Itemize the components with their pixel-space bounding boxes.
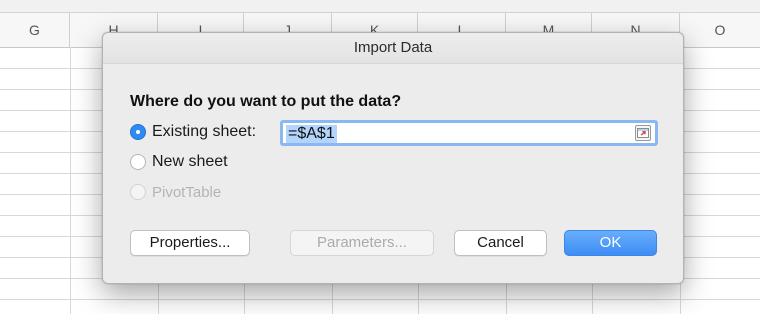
toolbar-strip [0, 0, 760, 13]
new-sheet-option[interactable]: New sheet [130, 151, 228, 173]
existing-sheet-label[interactable]: Existing sheet: [152, 123, 256, 141]
import-data-dialog: Import Data Where do you want to put the… [102, 32, 684, 284]
destination-question: Where do you want to put the data? [130, 93, 402, 110]
dialog-titlebar[interactable]: Import Data [103, 33, 683, 64]
pivot-table-label: PivotTable [152, 183, 222, 201]
new-sheet-radio[interactable] [130, 154, 146, 170]
grid-column-line [70, 47, 71, 314]
dialog-title: Import Data [353, 39, 433, 56]
properties-button[interactable]: Properties... [130, 230, 250, 256]
ok-button[interactable]: OK [564, 230, 657, 256]
new-sheet-label[interactable]: New sheet [152, 153, 228, 171]
existing-sheet-radio[interactable] [130, 124, 146, 140]
column-header-o[interactable]: O [680, 13, 760, 47]
cell-reference-value[interactable]: =$A$1 [286, 125, 337, 143]
range-selector-icon[interactable] [635, 125, 651, 141]
cell-reference-input[interactable]: =$A$1 [280, 120, 658, 146]
pivot-table-radio [130, 184, 146, 200]
pivot-table-option: PivotTable [130, 181, 221, 203]
parameters-button: Parameters... [290, 230, 434, 256]
grid-row-line [0, 299, 760, 300]
existing-sheet-option[interactable]: Existing sheet: [130, 121, 256, 143]
column-header-g[interactable]: G [0, 13, 70, 47]
cancel-button[interactable]: Cancel [454, 230, 547, 256]
